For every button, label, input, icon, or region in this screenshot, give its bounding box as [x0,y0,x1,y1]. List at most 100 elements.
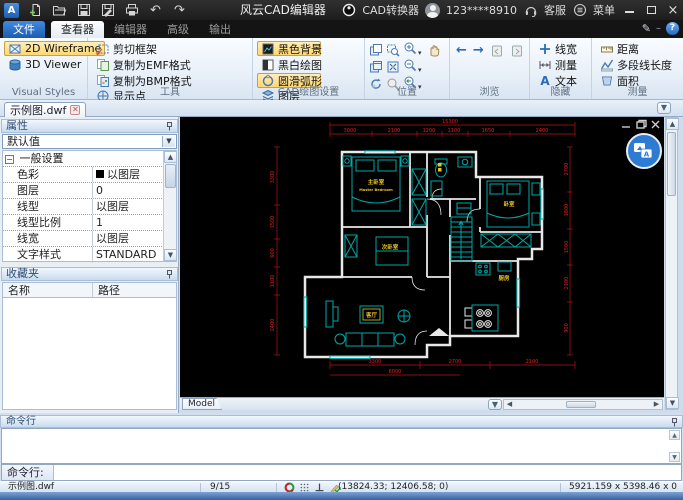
minimize-button[interactable] [621,4,637,17]
svg-text:1800: 1800 [564,204,570,217]
undo-icon[interactable]: ↶ [148,3,163,18]
convert-float-button[interactable]: A [627,134,661,168]
scroll-down-icon[interactable]: ▼ [666,397,679,409]
vertical-scrollbar[interactable]: ▲ ▼ [665,117,678,410]
scroll-up-icon[interactable]: ▲ [669,430,680,440]
zoom-window-icon[interactable] [386,43,400,57]
new-view-icon[interactable] [369,43,383,57]
horizontal-scrollbar[interactable]: ◀ ▶ [503,399,663,410]
bw-drawing-button[interactable]: 黑白绘图 [257,57,321,72]
mdi-restore-icon [637,121,646,129]
property-row-textstyle[interactable]: 文字样式 STANDARD [3,247,176,263]
new-file-icon[interactable] [28,3,43,18]
username-text[interactable]: 123****8910 [446,4,517,17]
polyline-length-button[interactable]: 多段线长度 [596,57,676,72]
column-name[interactable]: 名称 [8,283,30,298]
favorites-list[interactable] [2,298,177,410]
svg-text:2100: 2100 [388,128,401,134]
print-icon[interactable] [124,3,139,18]
scroll-thumb[interactable] [165,164,176,188]
app-logo-icon: A [4,3,19,18]
preset-dropdown[interactable]: 默认值 ▼ [2,134,177,149]
dropdown-arrow-icon[interactable]: ▾ [418,66,422,74]
pin-icon[interactable] [166,270,174,279]
open-file-icon[interactable] [52,3,67,18]
grid-scrollbar[interactable]: ▲ ▼ [163,151,176,261]
scroll-thumb[interactable] [566,401,596,408]
property-row-linetype[interactable]: 线型 以图层 [3,199,176,215]
drawing-canvas[interactable]: 15300 3000 2100 1200 1100 1650 2400 3300… [180,117,664,397]
close-button[interactable]: × [665,3,681,18]
model-tab[interactable]: Model [182,398,222,410]
command-panel-header[interactable]: 命令行 [0,415,683,428]
clip-frame-button[interactable]: 剪切框架 [92,41,184,56]
maximize-button[interactable] [643,4,659,17]
svg-text:900: 900 [564,323,570,333]
save-icon[interactable] [76,3,91,18]
zoom-in-icon[interactable] [403,41,417,55]
distance-icon [600,42,614,56]
zoom-out-icon[interactable] [403,58,417,72]
property-row-layer[interactable]: 图层 0 [3,183,176,199]
tab-close-icon[interactable]: ✕ [70,105,80,115]
collapse-icon[interactable]: − [5,155,14,164]
tab-editor[interactable]: 编辑器 [104,21,157,38]
dimension-lines [274,122,575,375]
scroll-down-icon[interactable]: ▼ [669,452,680,462]
scroll-up-icon[interactable]: ▲ [164,151,177,163]
dropdown-arrow-icon[interactable]: ▾ [418,49,422,57]
properties-header[interactable]: 属性 [1,119,178,133]
back-arrow-icon[interactable]: ← [456,43,467,58]
property-row-ltscale[interactable]: 线型比例 1 [3,215,176,231]
zoom-extents-icon[interactable] [386,60,400,74]
copy-emf-button[interactable]: 复制为EMF格式 [92,57,184,72]
measure-toggle-button[interactable]: 测量 [534,57,581,72]
help-button[interactable]: ? [666,22,679,35]
tab-advanced[interactable]: 高级 [157,21,199,38]
group-position: ▾ ▾ ▾ 位置 [365,38,450,99]
pan-hand-icon[interactable] [427,43,441,57]
collapse-ribbon-icon[interactable]: – [656,23,661,34]
svg-text:1200: 1200 [423,128,436,134]
cascade-view-icon[interactable] [369,60,383,74]
edit-pencil-icon[interactable]: ✎ [642,22,651,35]
document-tab[interactable]: 示例图.dwf ✕ [4,102,86,117]
mdi-window-controls[interactable] [622,121,659,129]
room-label-master: 主卧室 [368,178,385,186]
save-as-icon[interactable] [100,3,115,18]
redo-icon[interactable]: ↷ [172,3,187,18]
scroll-down-icon[interactable]: ▼ [164,249,177,261]
section-row[interactable]: − 一般设置 [3,151,176,167]
menu-button[interactable]: 菜单 [593,2,615,18]
tab-viewer[interactable]: 查看器 [51,21,104,38]
forward-arrow-icon[interactable]: → [473,43,484,58]
favorites-header[interactable]: 收藏夹 [1,267,178,281]
lineweight-icon [538,42,552,56]
svg-text:2400: 2400 [270,319,276,332]
command-input[interactable] [54,465,681,480]
scroll-up-icon[interactable]: ▲ [666,118,679,130]
group-label: Visual Styles [0,87,87,98]
user-avatar[interactable] [425,3,440,18]
scroll-left-icon[interactable]: ◀ [504,400,515,409]
distance-button[interactable]: 距离 [596,41,676,56]
pin-icon[interactable] [166,122,174,131]
black-background-button[interactable]: 黑色背景 [257,41,321,56]
layout-list-button[interactable]: ▼ [488,399,502,410]
measure-toggle-icon [538,58,552,72]
tab-output[interactable]: 输出 [199,21,241,38]
support-link[interactable]: 客服 [544,2,566,18]
command-history[interactable]: ▲ ▼ [1,428,682,464]
property-row-color[interactable]: 色彩 以图层 [3,167,176,183]
scroll-thumb[interactable] [667,132,676,196]
scroll-right-icon[interactable]: ▶ [651,400,662,409]
converter-link[interactable]: CAD转换器 [362,2,419,18]
property-row-lineweight[interactable]: 线宽 以图层 [3,231,176,247]
chevron-down-icon[interactable]: ▼ [162,136,175,147]
tab-file[interactable]: 文件 [3,21,45,38]
pin-icon[interactable] [671,418,679,427]
strip-collapse-button[interactable]: ▼ [657,102,671,114]
column-path[interactable]: 路径 [92,283,120,297]
lineweight-button[interactable]: 线宽 [534,41,581,56]
black-background-icon [261,42,275,56]
